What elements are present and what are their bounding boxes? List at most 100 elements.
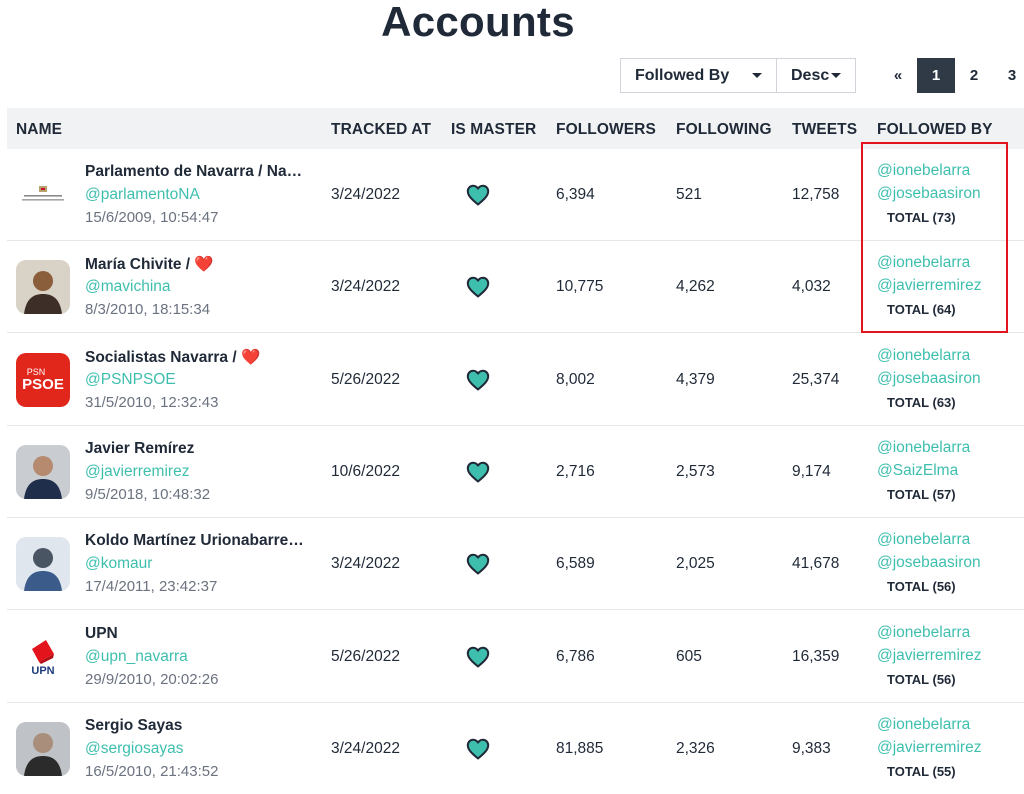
- avatar-text: UPN: [31, 664, 55, 677]
- table-row[interactable]: UPN UPN @upn_navarra 29/9/2010, 20:02:26 5/2…: [7, 611, 1024, 703]
- followed-by-link[interactable]: @ionebelarra: [877, 347, 970, 365]
- caret-down-icon: [831, 73, 841, 78]
- followed-by-total: TOTAL (57): [887, 486, 956, 502]
- avatar[interactable]: PSN PSOE: [16, 352, 70, 407]
- avatar[interactable]: UPN: [16, 629, 70, 684]
- followers-cell: 10,775: [556, 278, 604, 296]
- account-handle-link[interactable]: @PSNPSOE: [85, 371, 176, 389]
- tracked-at-cell: 3/24/2022: [331, 739, 400, 757]
- tracked-at-cell: 5/26/2022: [331, 370, 400, 388]
- followed-by-total: TOTAL (63): [887, 394, 956, 410]
- sort-order-dropdown[interactable]: Desc: [776, 58, 856, 93]
- avatar[interactable]: [16, 444, 70, 499]
- sort-field-dropdown[interactable]: Followed By: [620, 58, 777, 93]
- following-cell: 2,326: [676, 739, 715, 757]
- column-header-following[interactable]: FOLLOWING: [676, 121, 772, 139]
- account-handle-link[interactable]: @komaur: [85, 555, 152, 573]
- followed-by-link[interactable]: @ionebelarra: [877, 439, 970, 457]
- account-name[interactable]: UPN: [85, 625, 118, 643]
- account-created-date: 17/4/2011, 23:42:37: [85, 578, 218, 596]
- master-heart-icon[interactable]: [466, 184, 490, 206]
- account-handle-link[interactable]: @mavichina: [85, 278, 171, 296]
- table-controls: Followed By Desc « 1 2 3: [620, 58, 1024, 93]
- sort-order-label: Desc: [791, 66, 830, 84]
- column-header-followed-by[interactable]: FOLLOWED BY: [877, 121, 993, 139]
- tweets-cell: 41,678: [792, 555, 840, 573]
- tweets-cell: 9,174: [792, 462, 831, 480]
- master-heart-icon[interactable]: [466, 738, 490, 760]
- tweets-cell: 25,374: [792, 370, 840, 388]
- pagination-page-3[interactable]: 3: [993, 58, 1024, 93]
- account-handle-link[interactable]: @javierremirez: [85, 463, 189, 481]
- followers-cell: 6,394: [556, 186, 595, 203]
- tweets-cell: 9,383: [792, 739, 831, 757]
- followed-by-total: TOTAL (55): [887, 763, 956, 779]
- table-row[interactable]: Sergio Sayas @sergiosayas 16/5/2010, 21:43…: [7, 703, 1024, 794]
- followers-cell: 8,002: [556, 370, 595, 388]
- avatar[interactable]: [16, 721, 70, 776]
- following-cell: 521: [676, 186, 702, 203]
- table-row[interactable]: Javier Remírez @javierremirez 9/5/2018, 10…: [7, 426, 1024, 518]
- account-created-date: 31/5/2010, 12:32:43: [85, 393, 219, 411]
- followed-by-link[interactable]: @josebaasiron: [877, 370, 981, 388]
- followed-by-link[interactable]: @ionebelarra: [877, 624, 970, 642]
- account-name[interactable]: Javier Remírez: [85, 440, 194, 458]
- account-name[interactable]: Sergio Sayas: [85, 717, 182, 735]
- followers-cell: 6,786: [556, 647, 595, 665]
- followed-by-link[interactable]: @ionebelarra: [877, 531, 970, 549]
- account-handle-link[interactable]: @parlamentoNA: [85, 186, 200, 204]
- account-created-date: 15/6/2009, 10:54:47: [85, 209, 219, 226]
- avatar[interactable]: [16, 168, 70, 222]
- tracked-at-cell: 3/24/2022: [331, 278, 400, 296]
- column-header-is-master[interactable]: IS MASTER: [451, 121, 536, 139]
- account-name[interactable]: Parlamento de Navarra / Na…: [85, 163, 302, 181]
- page-title: Accounts: [381, 0, 575, 45]
- account-handle-link[interactable]: @upn_navarra: [85, 648, 188, 666]
- master-heart-icon[interactable]: [466, 369, 490, 391]
- followers-cell: 6,589: [556, 555, 595, 573]
- column-header-followers[interactable]: FOLLOWERS: [556, 121, 656, 139]
- tracked-at-cell: 3/24/2022: [331, 555, 400, 573]
- master-heart-icon[interactable]: [466, 276, 490, 298]
- column-header-tracked-at[interactable]: TRACKED AT: [331, 121, 431, 139]
- caret-down-icon: [752, 73, 762, 78]
- tweets-cell: 4,032: [792, 278, 831, 296]
- account-name[interactable]: Koldo Martínez Urionabarre…: [85, 532, 304, 550]
- tweets-cell: 12,758: [792, 186, 840, 203]
- avatar[interactable]: [16, 260, 70, 315]
- account-name[interactable]: Socialistas Navarra / ❤️: [85, 348, 260, 367]
- avatar-text: PSOE: [22, 375, 64, 393]
- account-created-date: 16/5/2010, 21:43:52: [85, 762, 219, 780]
- following-cell: 605: [676, 647, 702, 665]
- followers-cell: 2,716: [556, 462, 595, 480]
- master-heart-icon[interactable]: [466, 553, 490, 575]
- followed-by-link[interactable]: @josebaasiron: [877, 554, 981, 572]
- highlight-box: [861, 142, 1008, 333]
- tracked-at-cell: 10/6/2022: [331, 462, 400, 480]
- account-created-date: 8/3/2010, 18:15:34: [85, 301, 211, 319]
- account-created-date: 9/5/2018, 10:48:32: [85, 485, 211, 503]
- account-handle-link[interactable]: @sergiosayas: [85, 740, 183, 758]
- avatar[interactable]: [16, 537, 70, 592]
- following-cell: 4,379: [676, 370, 715, 388]
- master-heart-icon[interactable]: [466, 461, 490, 483]
- tracked-at-cell: 5/26/2022: [331, 647, 400, 665]
- column-header-tweets[interactable]: TWEETS: [792, 121, 857, 139]
- master-heart-icon[interactable]: [466, 646, 490, 668]
- following-cell: 2,025: [676, 555, 715, 573]
- pagination-prev-button[interactable]: «: [879, 58, 917, 93]
- followed-by-link[interactable]: @ionebelarra: [877, 716, 970, 734]
- pagination-page-2[interactable]: 2: [955, 58, 993, 93]
- followed-by-link[interactable]: @javierremirez: [877, 647, 981, 665]
- sort-field-label: Followed By: [635, 66, 730, 84]
- account-name[interactable]: María Chivite / ❤️: [85, 255, 214, 274]
- following-cell: 4,262: [676, 278, 715, 296]
- followed-by-link[interactable]: @javierremirez: [877, 739, 981, 757]
- pagination-page-1[interactable]: 1: [917, 58, 955, 93]
- column-header-name[interactable]: NAME: [16, 121, 62, 139]
- followed-by-link[interactable]: @SaizElma: [877, 462, 958, 480]
- followers-cell: 81,885: [556, 739, 604, 757]
- pagination: « 1 2 3: [879, 58, 1024, 93]
- table-row[interactable]: Koldo Martínez Urionabarre… @komaur 17/4/2…: [7, 518, 1024, 611]
- table-row[interactable]: PSN PSOE Socialistas Navarra / ❤️ @PSNPSOE 3…: [7, 334, 1024, 426]
